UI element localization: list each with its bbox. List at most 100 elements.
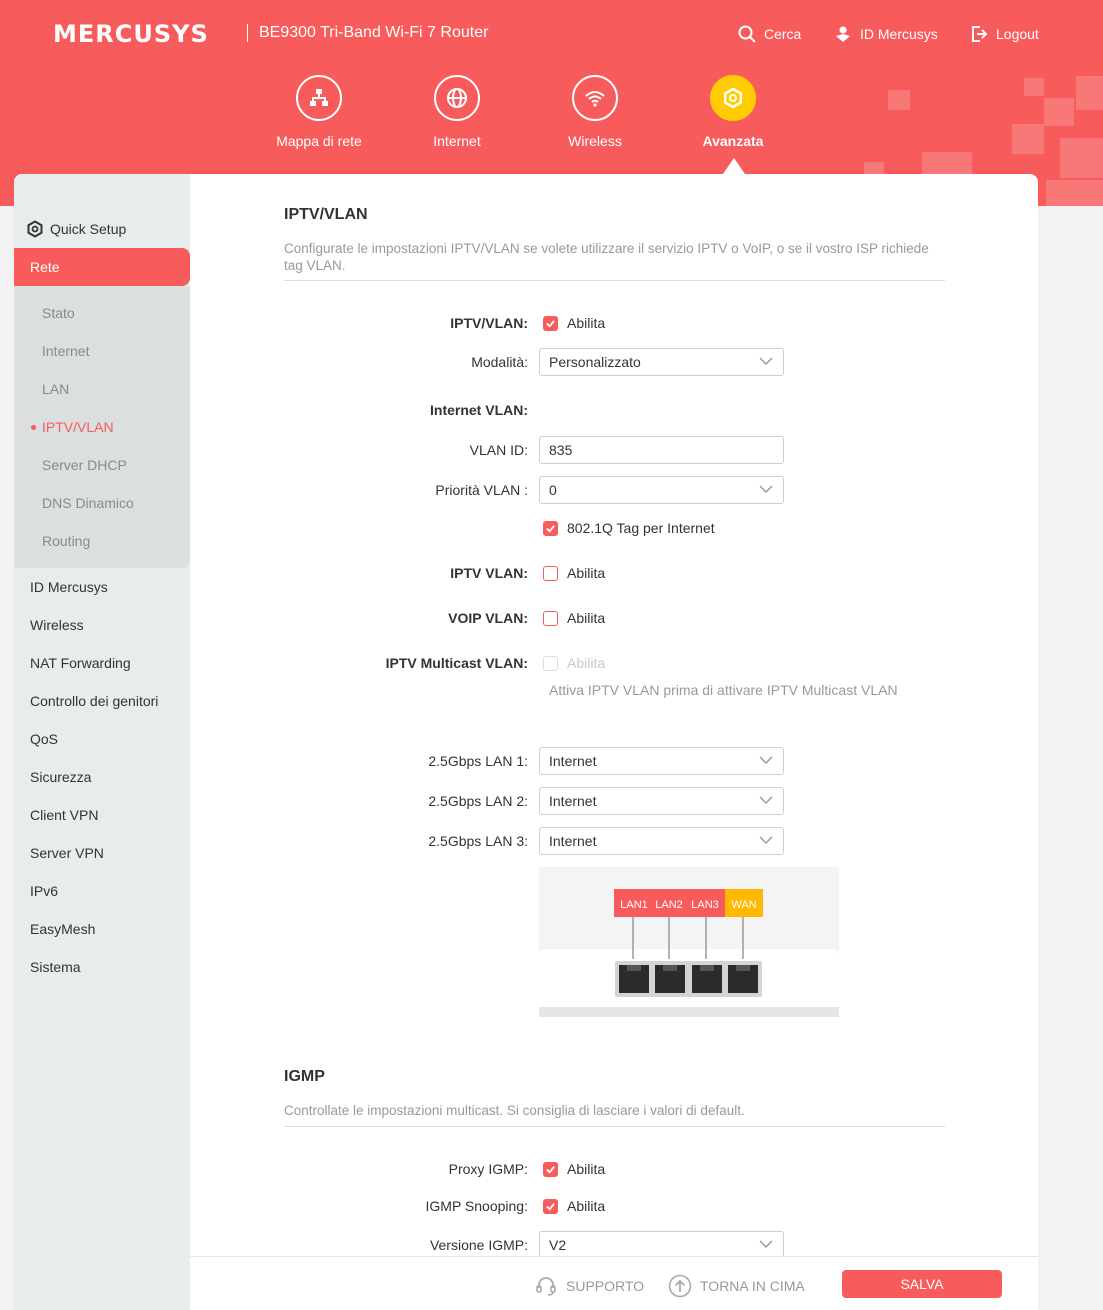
search-link[interactable]: Cerca bbox=[738, 25, 801, 43]
mode-select[interactable]: Personalizzato bbox=[539, 348, 784, 376]
sidebar-item-parental[interactable]: Controllo dei genitori bbox=[30, 693, 158, 709]
sidebar: Quick Setup Rete Stato Internet LAN IPTV… bbox=[14, 174, 190, 1310]
sidebar-sub-stato[interactable]: Stato bbox=[42, 305, 75, 321]
multicast-vlan-checkbox[interactable] bbox=[543, 656, 558, 671]
lan2-select[interactable]: Internet bbox=[539, 787, 784, 815]
arrow-up-circle-icon bbox=[668, 1274, 692, 1298]
sidebar-item-qos[interactable]: QoS bbox=[30, 731, 58, 747]
lan2-label: 2.5Gbps LAN 2: bbox=[428, 793, 528, 809]
igmp-snooping-checkbox[interactable] bbox=[543, 1199, 558, 1214]
sidebar-sub-routing[interactable]: Routing bbox=[42, 533, 90, 549]
section-divider bbox=[284, 1126, 945, 1127]
sidebar-item-ipv6[interactable]: IPv6 bbox=[30, 883, 58, 899]
lan1-select[interactable]: Internet bbox=[539, 747, 784, 775]
iptv-section-description: Configurate le impostazioni IPTV/VLAN se… bbox=[284, 241, 929, 273]
section-divider bbox=[284, 280, 945, 281]
vlan-priority-value: 0 bbox=[549, 482, 557, 498]
mode-label: Modalità: bbox=[471, 354, 528, 370]
header-divider bbox=[247, 24, 248, 42]
check-icon bbox=[546, 1166, 555, 1174]
check-icon bbox=[546, 320, 555, 328]
iptv-vlan-text: Abilita bbox=[567, 565, 606, 581]
sidebar-item-easymesh[interactable]: EasyMesh bbox=[30, 921, 95, 937]
igmp-version-label: Versione IGMP: bbox=[429, 1237, 528, 1253]
active-tab-caret bbox=[723, 158, 745, 174]
account-link[interactable]: ID Mercusys bbox=[834, 25, 938, 43]
vlan-id-input[interactable]: 835 bbox=[539, 436, 784, 464]
back-to-top-link[interactable]: TORNA IN CIMA bbox=[668, 1274, 805, 1298]
iptv-vlan-enable-text: Abilita bbox=[567, 315, 606, 331]
port-label-lan1: LAN1 bbox=[620, 899, 648, 911]
main-panel: Quick Setup Rete Stato Internet LAN IPTV… bbox=[14, 174, 1038, 1310]
vlan-priority-select[interactable]: 0 bbox=[539, 476, 784, 504]
proxy-igmp-checkbox[interactable] bbox=[543, 1162, 558, 1177]
logout-label: Logout bbox=[996, 26, 1039, 42]
sidebar-item-quick-setup[interactable]: Quick Setup bbox=[26, 220, 126, 238]
iptv-section-title: IPTV/VLAN bbox=[284, 206, 368, 223]
chevron-down-icon bbox=[759, 836, 773, 845]
tag-checkbox[interactable] bbox=[543, 521, 558, 536]
gear-icon bbox=[710, 75, 756, 121]
network-map-icon bbox=[296, 75, 342, 121]
router-model: BE9300 Tri-Band Wi-Fi 7 Router bbox=[259, 24, 489, 41]
sidebar-item-wireless[interactable]: Wireless bbox=[30, 617, 84, 633]
vlan-id-value: 835 bbox=[549, 442, 573, 458]
brand-logo: MERCUSYS bbox=[53, 20, 209, 48]
tab-wireless-label: Wireless bbox=[568, 133, 622, 149]
sidebar-sub-dhcp[interactable]: Server DHCP bbox=[42, 457, 127, 473]
igmp-version-value: V2 bbox=[549, 1237, 567, 1253]
chevron-down-icon bbox=[759, 485, 773, 494]
sidebar-sub-ddns[interactable]: DNS Dinamico bbox=[42, 495, 134, 511]
chevron-down-icon bbox=[759, 1240, 773, 1249]
tab-wireless[interactable]: Wireless bbox=[535, 75, 655, 149]
iptv-vlan-checkbox[interactable] bbox=[543, 566, 558, 581]
sidebar-item-rete[interactable]: Rete bbox=[14, 248, 190, 286]
port-label-lan2: LAN2 bbox=[655, 899, 683, 911]
footer-bar: SUPPORTO TORNA IN CIMA SALVA bbox=[190, 1256, 1038, 1310]
search-label: Cerca bbox=[764, 26, 802, 42]
sidebar-sub-iptv-vlan[interactable]: IPTV/VLAN bbox=[42, 419, 114, 435]
sidebar-sub-lan[interactable]: LAN bbox=[42, 381, 69, 397]
tag-text: 802.1Q Tag per Internet bbox=[567, 520, 715, 536]
support-label: SUPPORTO bbox=[566, 1278, 645, 1294]
vlan-priority-label: Priorità VLAN : bbox=[435, 482, 528, 498]
sidebar-item-vpn-client[interactable]: Client VPN bbox=[30, 807, 98, 823]
sidebar-item-system[interactable]: Sistema bbox=[30, 959, 81, 975]
router-ports-image: LAN1 LAN2 LAN3 WAN bbox=[539, 867, 839, 1017]
multicast-vlan-text: Abilita bbox=[567, 655, 606, 671]
tab-internet[interactable]: Internet bbox=[397, 75, 517, 149]
sidebar-sub-internet[interactable]: Internet bbox=[42, 343, 89, 359]
igmp-version-select[interactable]: V2 bbox=[539, 1231, 784, 1259]
igmp-snooping-text: Abilita bbox=[567, 1198, 606, 1214]
active-indicator-dot bbox=[31, 425, 36, 430]
logout-icon bbox=[972, 26, 988, 42]
igmp-section-description: Controllate le impostazioni multicast. S… bbox=[284, 1103, 745, 1118]
account-label: ID Mercusys bbox=[860, 26, 938, 42]
logout-link[interactable]: Logout bbox=[970, 25, 1039, 43]
lan3-select[interactable]: Internet bbox=[539, 827, 784, 855]
sidebar-item-security[interactable]: Sicurezza bbox=[30, 769, 91, 785]
tab-advanced[interactable]: Avanzata bbox=[673, 75, 793, 149]
port-label-wan: WAN bbox=[731, 899, 756, 911]
support-link[interactable]: SUPPORTO bbox=[534, 1274, 644, 1298]
lan1-value: Internet bbox=[549, 753, 597, 769]
igmp-section-title: IGMP bbox=[284, 1068, 325, 1085]
iptv-vlan-enable-checkbox[interactable] bbox=[543, 316, 558, 331]
sidebar-item-vpn-server[interactable]: Server VPN bbox=[30, 845, 104, 861]
proxy-igmp-label: Proxy IGMP: bbox=[448, 1161, 528, 1177]
lan1-label: 2.5Gbps LAN 1: bbox=[428, 753, 528, 769]
search-icon bbox=[738, 25, 756, 43]
voip-vlan-checkbox[interactable] bbox=[543, 611, 558, 626]
tab-network-map-label: Mappa di rete bbox=[276, 133, 362, 149]
tab-network-map[interactable]: Mappa di rete bbox=[259, 75, 379, 149]
sidebar-item-nat[interactable]: NAT Forwarding bbox=[30, 655, 131, 671]
port-diagram: LAN1 LAN2 LAN3 WAN bbox=[539, 867, 839, 1017]
quick-setup-label: Quick Setup bbox=[50, 221, 127, 237]
internet-vlan-label: Internet VLAN: bbox=[430, 402, 528, 418]
back-to-top-label: TORNA IN CIMA bbox=[700, 1278, 805, 1294]
save-button[interactable]: SALVA bbox=[842, 1270, 1002, 1298]
port-label-lan3: LAN3 bbox=[691, 899, 719, 911]
sidebar-item-mercusys-id[interactable]: ID Mercusys bbox=[30, 579, 108, 595]
globe-icon bbox=[434, 75, 480, 121]
chevron-down-icon bbox=[759, 357, 773, 366]
